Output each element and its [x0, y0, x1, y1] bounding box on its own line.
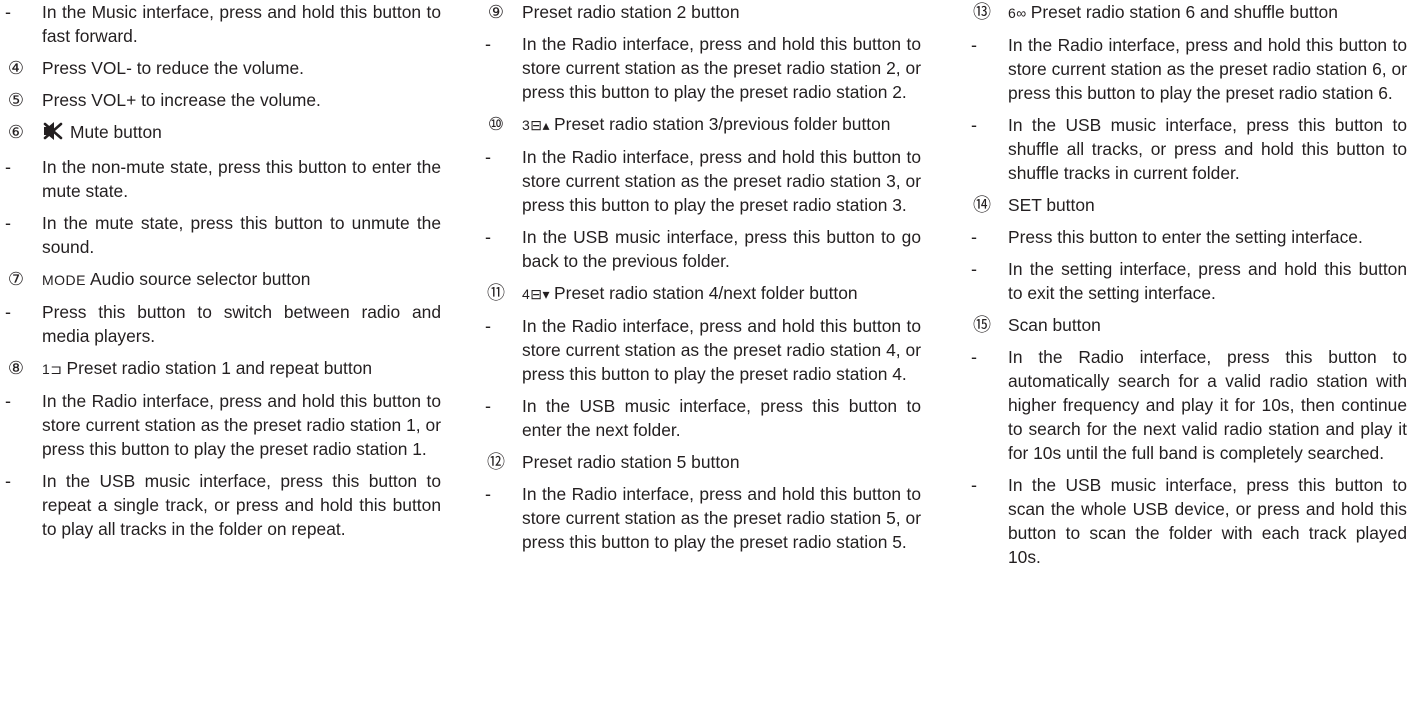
bullet-item: - Press this button to switch between rad…	[4, 300, 441, 348]
item-text: Preset radio station 1 and repeat button	[66, 358, 373, 378]
button-glyph: MODE	[42, 272, 86, 288]
column-3: ⑬ 6∞ Preset radio station 6 and shuffle bu…	[970, 0, 1407, 577]
bullet-marker: -	[485, 484, 491, 504]
numbered-item: ⑦ MODE Audio source selector button	[4, 267, 441, 292]
item-text: In the non-mute state, press this button…	[42, 157, 441, 201]
item-number: ④	[7, 58, 25, 78]
bullet-marker: -	[5, 213, 11, 233]
numbered-item: ⑫ Preset radio station 5 button	[484, 450, 921, 474]
item-number: ⑦	[7, 269, 25, 289]
item-text: In the Music interface, press and hold t…	[42, 2, 441, 46]
bullet-item: - In the Radio interface, press and hold …	[484, 314, 921, 386]
item-number: ⑫	[487, 452, 505, 472]
bullet-item: - In the USB music interface, press this …	[970, 473, 1407, 569]
bullet-marker: -	[971, 227, 977, 247]
bullet-item: - In the USB music interface, press this …	[484, 225, 921, 273]
bullet-marker: -	[5, 157, 11, 177]
bullet-marker: -	[485, 316, 491, 336]
item-text: Press this button to enter the setting i…	[1008, 227, 1363, 247]
bullet-item: - In the setting interface, press and hol…	[970, 257, 1407, 305]
bullet-item: - In the Radio interface, press and hold …	[484, 32, 921, 104]
bullet-marker: -	[5, 391, 11, 411]
item-text: Preset radio station 5 button	[522, 452, 740, 472]
item-number: ⑧	[7, 358, 25, 378]
item-text: Scan button	[1008, 315, 1101, 335]
numbered-item: ④ Press VOL- to reduce the volume.	[4, 56, 441, 80]
item-text: In the Radio interface, press and hold t…	[1008, 35, 1407, 103]
button-glyph: 1⊐	[42, 361, 63, 377]
bullet-item: - In the Music interface, press and hold …	[4, 0, 441, 48]
item-number: ⑩	[487, 114, 505, 134]
item-text: In the USB music interface, press this b…	[522, 396, 921, 440]
bullet-marker: -	[971, 259, 977, 279]
numbered-item: ⑤ Press VOL+ to increase the volume.	[4, 88, 441, 112]
item-text: In the Radio interface, press and hold t…	[42, 391, 441, 459]
column-1: - In the Music interface, press and hold …	[4, 0, 441, 549]
item-text: In the USB music interface, press this b…	[1008, 475, 1407, 567]
column-2: ⑨ Preset radio station 2 button - In the Ra…	[484, 0, 921, 562]
button-glyph: 3⊟▴	[522, 117, 551, 133]
bullet-item: - In the Radio interface, press and hold …	[970, 33, 1407, 105]
bullet-marker: -	[5, 471, 11, 491]
item-text: Preset radio station 4/next folder butto…	[554, 283, 858, 303]
numbered-item: ⑩ 3⊟▴ Preset radio station 3/previous fold…	[484, 112, 921, 137]
bullet-marker: -	[485, 34, 491, 54]
button-glyph: 4⊟▾	[522, 286, 551, 302]
item-text: In the USB music interface, press this b…	[42, 471, 441, 539]
bullet-marker: -	[5, 2, 11, 22]
item-text: Press VOL- to reduce the volume.	[42, 58, 304, 78]
item-text: In the USB music interface, press this b…	[1008, 115, 1407, 183]
bullet-item: - In the Radio interface, press and hold …	[4, 389, 441, 461]
bullet-item: - In the USB music interface, press this …	[4, 469, 441, 541]
item-text: In the Radio interface, press and hold t…	[522, 147, 921, 215]
numbered-item: ⑬ 6∞ Preset radio station 6 and shuffle bu…	[970, 0, 1407, 25]
bullet-item: - In the Radio interface, press and hold …	[484, 145, 921, 217]
item-text: In the Radio interface, press this butto…	[1008, 347, 1407, 463]
numbered-item: ⑧ 1⊐ Preset radio station 1 and repeat but…	[4, 356, 441, 381]
button-glyph: 6∞	[1008, 5, 1027, 21]
item-text: Press this button to switch between radi…	[42, 302, 441, 346]
item-text: In the Radio interface, press and hold t…	[522, 34, 921, 102]
bullet-item: - In the Radio interface, press and hold …	[484, 482, 921, 554]
item-text: In the Radio interface, press and hold t…	[522, 484, 921, 552]
item-text: In the Radio interface, press and hold t…	[522, 316, 921, 384]
item-text: Preset radio station 6 and shuffle butto…	[1030, 2, 1338, 22]
bullet-marker: -	[971, 115, 977, 135]
item-text: In the USB music interface, press this b…	[522, 227, 921, 271]
item-text: Preset radio station 3/previous folder b…	[554, 114, 891, 134]
numbered-item: ⑨ Preset radio station 2 button	[484, 0, 921, 24]
bullet-marker: -	[971, 347, 977, 367]
bullet-item: - In the Radio interface, press this butt…	[970, 345, 1407, 465]
item-text: In the setting interface, press and hold…	[1008, 259, 1407, 303]
item-number: ⑤	[7, 90, 25, 110]
bullet-marker: -	[971, 35, 977, 55]
bullet-marker: -	[485, 227, 491, 247]
bullet-marker: -	[971, 475, 977, 495]
mute-icon	[42, 121, 64, 147]
bullet-marker: -	[485, 396, 491, 416]
bullet-marker: -	[485, 147, 491, 167]
bullet-item: - In the USB music interface, press this …	[484, 394, 921, 442]
item-number: ⑬	[973, 2, 991, 22]
item-number: ⑪	[487, 283, 505, 303]
numbered-item: ⑥ Mute button	[4, 120, 441, 147]
item-text: Mute button	[70, 122, 162, 142]
item-text: SET button	[1008, 195, 1095, 215]
bullet-item: - In the USB music interface, press this …	[970, 113, 1407, 185]
bullet-item: - In the non-mute state, press this butto…	[4, 155, 441, 203]
bullet-marker: -	[5, 302, 11, 322]
bullet-item: - Press this button to enter the setting …	[970, 225, 1407, 249]
bullet-item: - In the mute state, press this button to…	[4, 211, 441, 259]
item-text: Preset radio station 2 button	[522, 2, 740, 22]
item-number: ⑮	[973, 315, 991, 335]
item-text: In the mute state, press this button to …	[42, 213, 441, 257]
item-number: ⑭	[973, 195, 991, 215]
item-number: ⑨	[487, 2, 505, 22]
numbered-item: ⑭ SET button	[970, 193, 1407, 217]
numbered-item: ⑪ 4⊟▾ Preset radio station 4/next folder b…	[484, 281, 921, 306]
numbered-item: ⑮ Scan button	[970, 313, 1407, 337]
item-text: Audio source selector button	[90, 269, 311, 289]
item-number: ⑥	[7, 122, 25, 142]
item-text: Press VOL+ to increase the volume.	[42, 90, 321, 110]
